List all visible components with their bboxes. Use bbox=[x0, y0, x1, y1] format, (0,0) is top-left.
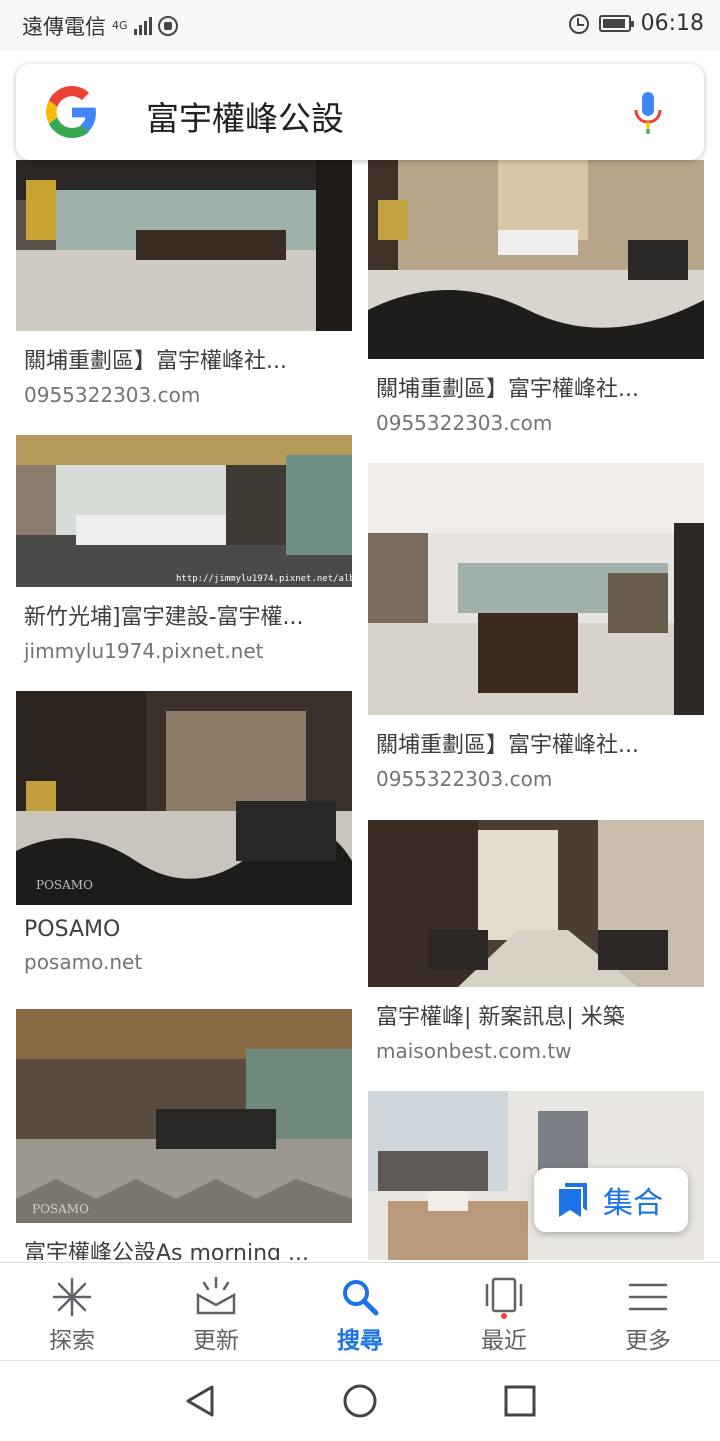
result-card[interactable]: http://jimmylu1974.pixnet.net/album 新竹光埔… bbox=[16, 435, 352, 663]
search-bar[interactable]: 富宇權峰公設 bbox=[16, 64, 704, 160]
mic-icon[interactable] bbox=[630, 90, 666, 136]
result-title[interactable]: 富宇權峰| 新案訊息| 米築 bbox=[376, 999, 704, 1031]
google-logo[interactable] bbox=[46, 86, 98, 138]
result-source: maisonbest.com.tw bbox=[376, 1039, 572, 1063]
collections-button[interactable]: 集合 bbox=[534, 1168, 688, 1232]
result-card[interactable]: 關埔重劃區】富宇權峰社... 0955322303.com bbox=[368, 160, 704, 435]
result-title[interactable]: 關埔重劃區】富宇權峰社... bbox=[376, 371, 704, 403]
result-thumbnail[interactable] bbox=[368, 463, 704, 715]
result-source: 0955322303.com bbox=[376, 767, 553, 791]
result-source: posamo.net bbox=[24, 950, 143, 974]
lobby-dark-photo: POSAMO bbox=[16, 691, 352, 905]
nav-label: 最近 bbox=[481, 1328, 527, 1354]
result-title[interactable]: 富宇權峰公設As morning ... bbox=[24, 1235, 352, 1260]
nav-label: 搜尋 bbox=[337, 1328, 383, 1354]
result-thumbnail[interactable]: http://jimmylu1974.pixnet.net/album bbox=[16, 435, 352, 587]
meeting-room-photo bbox=[368, 820, 704, 987]
nav-updates[interactable]: 更新 bbox=[144, 1263, 288, 1361]
result-card[interactable]: 富宇權峰| 新案訊息| 米築 maisonbest.com.tw bbox=[368, 820, 704, 1063]
notification-dot bbox=[501, 1313, 507, 1319]
home-icon[interactable] bbox=[340, 1381, 380, 1421]
image-watermark: http://jimmylu1974.pixnet.net/album bbox=[176, 574, 352, 584]
nav-discover[interactable]: 探索 bbox=[0, 1263, 144, 1361]
battery-icon bbox=[598, 15, 634, 32]
result-source: 0955322303.com bbox=[24, 383, 201, 407]
status-bar-right: 06:18 bbox=[568, 11, 704, 36]
result-source: jimmylu1974.pixnet.net bbox=[24, 639, 264, 663]
system-navigation-bar bbox=[0, 1360, 720, 1441]
back-icon[interactable] bbox=[180, 1381, 220, 1421]
bottom-navigation: 探索 更新 搜尋 最近 更多 bbox=[0, 1262, 720, 1361]
result-source: 0955322303.com bbox=[376, 411, 553, 435]
alarm-icon bbox=[568, 13, 589, 34]
image-results-grid: 關埔重劃區】富宇權峰社... 0955322303.com http://jim… bbox=[0, 160, 720, 1260]
vowifi-icon bbox=[157, 16, 178, 36]
dining-photo bbox=[368, 463, 704, 715]
result-card[interactable]: POSAMO POSAMO posamo.net bbox=[16, 691, 352, 974]
result-title[interactable]: 關埔重劃區】富宇權峰社... bbox=[376, 727, 704, 759]
result-thumbnail[interactable] bbox=[368, 820, 704, 987]
image-watermark: POSAMO bbox=[32, 1202, 89, 1216]
lobby-photo bbox=[368, 160, 704, 359]
result-title[interactable]: 新竹光埔]富宇建設-富宇權... bbox=[24, 599, 352, 631]
gym-long-photo: POSAMO bbox=[16, 1009, 352, 1223]
nav-label: 更新 bbox=[193, 1328, 239, 1354]
result-thumbnail[interactable]: POSAMO bbox=[16, 1009, 352, 1223]
result-thumbnail[interactable]: POSAMO bbox=[16, 691, 352, 905]
nav-label: 探索 bbox=[49, 1328, 95, 1354]
image-watermark: POSAMO bbox=[36, 878, 93, 892]
lounge-photo bbox=[16, 160, 352, 331]
collections-label: 集合 bbox=[603, 1186, 663, 1221]
result-title[interactable]: POSAMO bbox=[24, 917, 352, 942]
status-bar: 遠傳電信 4G 06:18 bbox=[0, 0, 720, 50]
inbox-icon bbox=[196, 1276, 236, 1315]
clock: 06:18 bbox=[640, 11, 704, 36]
result-card[interactable]: 關埔重劃區】富宇權峰社... 0955322303.com bbox=[16, 160, 352, 407]
nav-label: 更多 bbox=[625, 1328, 671, 1354]
menu-icon bbox=[628, 1283, 668, 1311]
nav-more[interactable]: 更多 bbox=[576, 1263, 720, 1361]
result-card[interactable]: 關埔重劃區】富宇權峰社... 0955322303.com bbox=[368, 463, 704, 791]
nav-search[interactable]: 搜尋 bbox=[288, 1263, 432, 1361]
result-title[interactable]: 關埔重劃區】富宇權峰社... bbox=[24, 343, 352, 375]
signal-icon bbox=[133, 17, 152, 35]
sparkle-icon bbox=[52, 1277, 92, 1317]
carrier-name: 遠傳電信 bbox=[22, 15, 106, 39]
bookmark-icon bbox=[559, 1183, 587, 1217]
search-icon bbox=[343, 1280, 379, 1316]
search-query[interactable]: 富宇權峰公設 bbox=[146, 92, 344, 140]
result-thumbnail[interactable] bbox=[16, 160, 352, 331]
nav-recent[interactable]: 最近 bbox=[432, 1263, 576, 1361]
gym-photo: http://jimmylu1974.pixnet.net/album bbox=[16, 435, 352, 587]
result-card[interactable]: POSAMO 富宇權峰公設As morning ... bbox=[16, 1009, 352, 1260]
result-thumbnail[interactable] bbox=[368, 160, 704, 359]
status-bar-left: 遠傳電信 4G bbox=[22, 11, 178, 41]
recents-icon[interactable] bbox=[500, 1381, 540, 1421]
network-type: 4G bbox=[112, 19, 128, 32]
recent-tabs-icon bbox=[485, 1277, 523, 1319]
